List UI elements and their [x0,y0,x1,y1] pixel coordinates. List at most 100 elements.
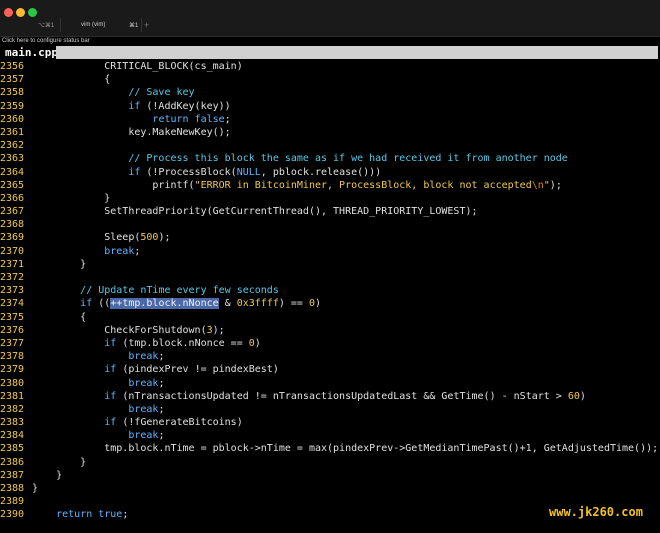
code-line[interactable]: 2358 // Save key [0,86,660,99]
new-tab-icon[interactable]: + [144,20,149,30]
line-number: 2368 [0,219,25,231]
code-token: // Update nTime every few seconds [80,285,279,297]
code-token: if [128,166,141,178]
code-token: (tmp.block.nNonce == [116,337,249,349]
code-line[interactable]: 2364 if (!ProcessBlock(NULL, pblock.rele… [0,166,660,179]
code-token: break [128,430,159,442]
code-token: "ERROR in BitcoinMiner, ProcessBlock, bl… [194,179,532,191]
code-token: (!ProcessBlock( [140,166,237,178]
code-line[interactable]: 2376 CheckForShutdown(3); [0,324,660,337]
code-line[interactable]: 2377 if (tmp.block.nNonce == 0) [0,337,660,350]
code-token: } [32,456,87,468]
code-line[interactable]: 2378 break; [0,350,660,363]
code-line[interactable]: 2366 } [0,192,660,205]
code-line[interactable]: 2372 [0,271,660,284]
code-line[interactable]: 2365 printf("ERROR in BitcoinMiner, Proc… [0,179,660,192]
selected-text: ++tmp.block.nNonce [110,298,219,310]
code-line[interactable]: 2381 if (nTransactionsUpdated != nTransa… [0,390,660,403]
line-number: 2377 [0,337,25,349]
line-number: 2359 [0,100,25,112]
code-line[interactable]: 2373 // Update nTime every few seconds [0,284,660,297]
buffer-tab-main-cpp[interactable]: main.cpp [5,46,58,59]
line-number: 2370 [0,245,25,257]
code-line[interactable]: 2359 if (!AddKey(key)) [0,100,660,113]
code-token: (pindexPrev != pindexBest) [116,364,279,376]
code-line[interactable]: 2380 break; [0,377,660,390]
code-token: break [128,351,159,363]
line-number: 2379 [0,364,25,376]
code-token: printf( [32,179,195,191]
window-shortcut-hint: ⌥⌘1 [38,23,55,29]
code-line[interactable]: 2374 if ((++tmp.block.nNonce & 0x3ffff) … [0,297,660,310]
code-token: ) [315,298,322,310]
tab-vim[interactable]: vim (vim) ⌘1 [61,16,141,36]
line-number: 2366 [0,192,25,204]
code-line[interactable]: 2360 return false; [0,113,660,126]
code-token: break [128,403,159,415]
code-editor[interactable]: 2356 CRITICAL_BLOCK(cs_main) 2357 {2358 /… [0,60,660,522]
code-line[interactable]: 2384 break; [0,429,660,442]
code-token: ; [158,430,165,442]
zoom-window-button[interactable] [28,8,37,17]
code-token: CheckForShutdown( [32,324,207,336]
code-line[interactable]: 2357 { [0,73,660,86]
minimize-window-button[interactable] [16,8,25,17]
code-line[interactable]: 2379 if (pindexPrev != pindexBest) [0,363,660,376]
code-token: { [32,311,87,323]
line-number: 2382 [0,403,25,415]
configure-status-bar-link[interactable]: Click here to configure status bar [2,38,90,44]
line-number: 2390 [0,509,25,521]
line-number: 2371 [0,258,25,270]
code-line[interactable]: 2369 Sleep(500); [0,231,660,244]
close-window-button[interactable] [4,8,13,17]
code-line[interactable]: 2362 [0,139,660,152]
code-line[interactable]: 2388} [0,482,660,495]
code-line[interactable]: 2356 CRITICAL_BLOCK(cs_main) [0,60,660,73]
code-token: if [128,100,141,112]
code-line[interactable]: 2368 [0,218,660,231]
code-line[interactable]: 2361 key.MakeNewKey(); [0,126,660,139]
code-token: Sleep( [32,232,141,244]
code-token: & [218,298,237,310]
code-line[interactable]: 2363 // Process this block the same as i… [0,152,660,165]
code-line[interactable]: 2382 break; [0,403,660,416]
code-token: ); [549,179,562,191]
code-token: if [104,364,117,376]
code-line[interactable]: 2386 } [0,456,660,469]
code-line[interactable]: 2375 { [0,311,660,324]
line-number: 2386 [0,456,25,468]
code-token: ) == [278,298,309,310]
code-token: ; [158,377,165,389]
code-line[interactable]: 2383 if (!fGenerateBitcoins) [0,416,660,429]
line-number: 2365 [0,179,25,191]
code-line[interactable]: 2370 break; [0,245,660,258]
line-number: 2375 [0,311,25,323]
code-token: \n [531,179,544,191]
code-token: ); [158,232,171,244]
code-token: if [104,417,117,429]
code-token: tmp.block.nTime = pblock->nTime = max(pi… [32,443,659,455]
code-token: if [80,298,93,310]
tab-divider [141,18,142,32]
line-number: 2363 [0,153,25,165]
code-token: ) [579,390,586,402]
code-token: // Process this block the same as if we … [128,153,568,165]
line-number: 2358 [0,87,25,99]
code-line[interactable]: 2387 } [0,469,660,482]
line-number: 2384 [0,430,25,442]
code-token: 60 [567,390,580,402]
window-titlebar: ⌥⌘1 vim (vim) ⌘1 + [0,0,660,37]
code-line[interactable]: 2385 tmp.block.nTime = pblock->nTime = m… [0,442,660,455]
code-line[interactable]: 2367 SetThreadPriority(GetCurrentThread(… [0,205,660,218]
code-token: { [32,74,111,86]
code-token: ; [224,113,231,125]
code-line[interactable]: 2371 } [0,258,660,271]
